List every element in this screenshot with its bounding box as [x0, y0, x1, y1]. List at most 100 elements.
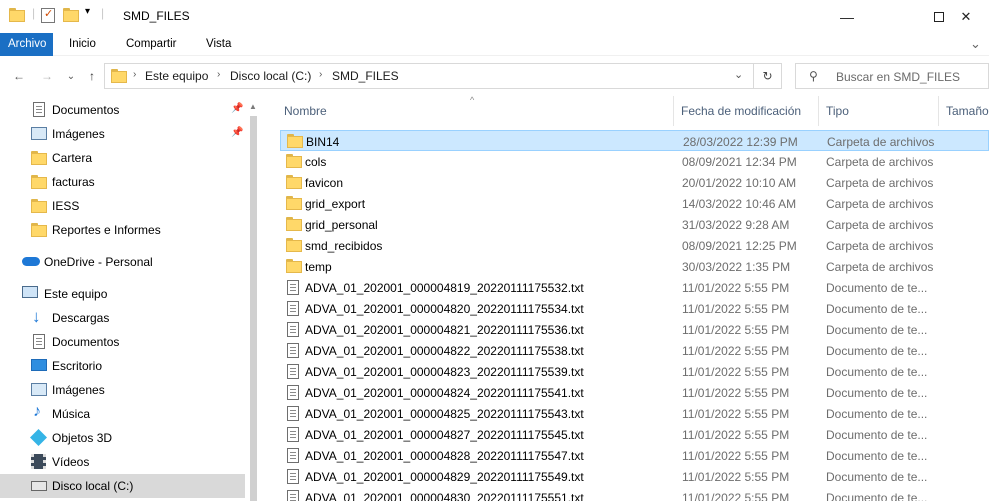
forward-button[interactable]: →: [37, 66, 57, 86]
refresh-button[interactable]: ↻: [754, 63, 782, 89]
file-date: 28/03/2022 12:39 PM: [683, 135, 798, 149]
up-button[interactable]: ↑: [82, 66, 102, 86]
sidebar-item-disco-local[interactable]: Disco local (C:): [0, 474, 245, 498]
sidebar-item-facturas[interactable]: facturas: [0, 170, 245, 194]
sidebar-item-este-equipo[interactable]: Este equipo: [0, 282, 245, 306]
sidebar-item-descargas[interactable]: ↓ Descargas: [0, 306, 245, 330]
scrollbar-thumb[interactable]: [250, 116, 257, 501]
search-input[interactable]: Buscar en SMD_FILES: [836, 70, 960, 84]
sidebar-item-escritorio[interactable]: Escritorio: [0, 354, 245, 378]
file-type: Documento de te...: [826, 428, 928, 442]
file-date: 20/01/2022 10:10 AM: [682, 176, 797, 190]
file-date: 08/09/2021 12:25 PM: [682, 239, 797, 253]
file-name: ADVA_01_202001_000004821_20220111175536.…: [305, 323, 584, 337]
sidebar-item-onedrive[interactable]: OneDrive - Personal: [0, 250, 245, 274]
address-dropdown-chevron-icon[interactable]: ⌄: [734, 68, 743, 81]
file-row[interactable]: ADVA_01_202001_000004821_20220111175536.…: [280, 319, 989, 340]
file-date: 11/01/2022 5:55 PM: [682, 323, 790, 337]
column-header-fecha[interactable]: Fecha de modificación: [681, 96, 801, 126]
address-bar[interactable]: › Este equipo › Disco local (C:) › SMD_F…: [104, 63, 754, 89]
file-row[interactable]: ADVA_01_202001_000004819_20220111175532.…: [280, 277, 989, 298]
folder-icon[interactable]: [9, 8, 25, 22]
text-document-icon: [287, 280, 299, 295]
file-type: Carpeta de archivos: [826, 218, 934, 232]
file-row[interactable]: ADVA_01_202001_000004822_20220111175538.…: [280, 340, 989, 361]
file-type: Documento de te...: [826, 365, 928, 379]
pin-icon[interactable]: 📌: [231, 103, 243, 114]
sidebar-item-videos[interactable]: Vídeos: [0, 450, 245, 474]
drive-icon: [31, 481, 47, 491]
breadcrumb-este-equipo[interactable]: Este equipo: [145, 69, 208, 83]
column-header-tamano[interactable]: Tamaño: [946, 96, 989, 126]
file-date: 14/03/2022 10:46 AM: [682, 197, 797, 211]
sidebar-item-musica[interactable]: ♪ Música: [0, 402, 245, 426]
recent-locations-chevron-icon[interactable]: ⌄: [61, 66, 81, 86]
file-row[interactable]: ADVA_01_202001_000004820_20220111175534.…: [280, 298, 989, 319]
folder-icon: [286, 154, 302, 168]
quick-access-toolbar-chevron-icon[interactable]: ▾: [85, 6, 90, 17]
tab-inicio[interactable]: Inicio: [61, 33, 104, 56]
file-row[interactable]: favicon 20/01/2022 10:10 AM Carpeta de a…: [280, 172, 989, 193]
breadcrumb-smd-files[interactable]: SMD_FILES: [332, 69, 399, 83]
sidebar-item-documentos-pinned[interactable]: Documentos 📌: [0, 98, 245, 122]
column-header-nombre[interactable]: Nombre: [284, 96, 327, 126]
folder-icon: [286, 196, 302, 210]
file-type: Documento de te...: [826, 281, 928, 295]
file-date: 11/01/2022 5:55 PM: [682, 428, 790, 442]
file-row[interactable]: ADVA_01_202001_000004829_20220111175549.…: [280, 466, 989, 487]
file-type: Carpeta de archivos: [826, 239, 934, 253]
file-row[interactable]: ADVA_01_202001_000004825_20220111175543.…: [280, 403, 989, 424]
file-name: ADVA_01_202001_000004829_20220111175549.…: [305, 470, 584, 484]
file-row[interactable]: ADVA_01_202001_000004830_20220111175551.…: [280, 487, 989, 501]
minimize-button[interactable]: —: [824, 0, 870, 33]
documents-icon: [33, 334, 45, 349]
breadcrumb-separator[interactable]: ›: [133, 69, 136, 80]
tab-archivo[interactable]: Archivo: [0, 33, 53, 56]
file-row[interactable]: temp 30/03/2022 1:35 PM Carpeta de archi…: [280, 256, 989, 277]
file-row[interactable]: ADVA_01_202001_000004823_20220111175539.…: [280, 361, 989, 382]
tab-vista[interactable]: Vista: [198, 33, 239, 56]
sidebar-item-cartera[interactable]: Cartera: [0, 146, 245, 170]
properties-icon[interactable]: ✓: [41, 8, 55, 23]
navigation-scrollbar[interactable]: ▲: [245, 96, 262, 501]
expand-ribbon-chevron-icon[interactable]: ⌄: [962, 33, 989, 56]
sidebar-item-objetos-3d[interactable]: Objetos 3D: [0, 426, 245, 450]
sidebar-item-reportes-e-informes[interactable]: Reportes e Informes: [0, 218, 245, 242]
ribbon-tabs: Archivo Inicio Compartir Vista ⌄: [0, 33, 989, 56]
file-row[interactable]: ADVA_01_202001_000004827_20220111175545.…: [280, 424, 989, 445]
back-button[interactable]: ←: [9, 66, 29, 86]
file-row[interactable]: cols 08/09/2021 12:34 PM Carpeta de arch…: [280, 151, 989, 172]
file-name: ADVA_01_202001_000004819_20220111175532.…: [305, 281, 584, 295]
breadcrumb-separator[interactable]: ›: [319, 69, 322, 80]
breadcrumb-separator[interactable]: ›: [217, 69, 220, 80]
breadcrumb-disco-local[interactable]: Disco local (C:): [230, 69, 311, 83]
separator: |: [32, 6, 36, 20]
sidebar-item-documentos[interactable]: Documentos: [0, 330, 245, 354]
sidebar-item-label: Este equipo: [44, 287, 108, 301]
file-row[interactable]: smd_recibidos 08/09/2021 12:25 PM Carpet…: [280, 235, 989, 256]
file-row[interactable]: grid_export 14/03/2022 10:46 AM Carpeta …: [280, 193, 989, 214]
close-button[interactable]: ✕: [943, 0, 989, 33]
file-row[interactable]: BIN14 28/03/2022 12:39 PM Carpeta de arc…: [280, 130, 989, 151]
column-divider[interactable]: [938, 96, 939, 126]
sidebar-item-label: Imágenes: [52, 383, 105, 397]
sidebar-item-label: facturas: [52, 175, 95, 189]
column-divider[interactable]: [818, 96, 819, 126]
tab-compartir[interactable]: Compartir: [118, 33, 184, 56]
column-divider[interactable]: [673, 96, 674, 126]
file-row[interactable]: grid_personal 31/03/2022 9:28 AM Carpeta…: [280, 214, 989, 235]
file-name: ADVA_01_202001_000004825_20220111175543.…: [305, 407, 584, 421]
new-folder-icon[interactable]: [63, 8, 79, 22]
sidebar-item-imagenes[interactable]: Imágenes: [0, 378, 245, 402]
file-row[interactable]: ADVA_01_202001_000004828_20220111175547.…: [280, 445, 989, 466]
pin-icon[interactable]: 📌: [231, 127, 243, 138]
search-box[interactable]: ⚲ Buscar en SMD_FILES: [795, 63, 989, 89]
sidebar-item-imagenes-pinned[interactable]: Imágenes 📌: [0, 122, 245, 146]
title-bar: | ✓ ▾ | SMD_FILES — ✕: [0, 0, 989, 33]
file-name: ADVA_01_202001_000004828_20220111175547.…: [305, 449, 584, 463]
sidebar-item-iess[interactable]: IESS: [0, 194, 245, 218]
column-header-tipo[interactable]: Tipo: [826, 96, 849, 126]
file-row[interactable]: ADVA_01_202001_000004824_20220111175541.…: [280, 382, 989, 403]
scroll-up-arrow-icon[interactable]: ▲: [249, 102, 257, 111]
onedrive-icon: [22, 257, 40, 266]
